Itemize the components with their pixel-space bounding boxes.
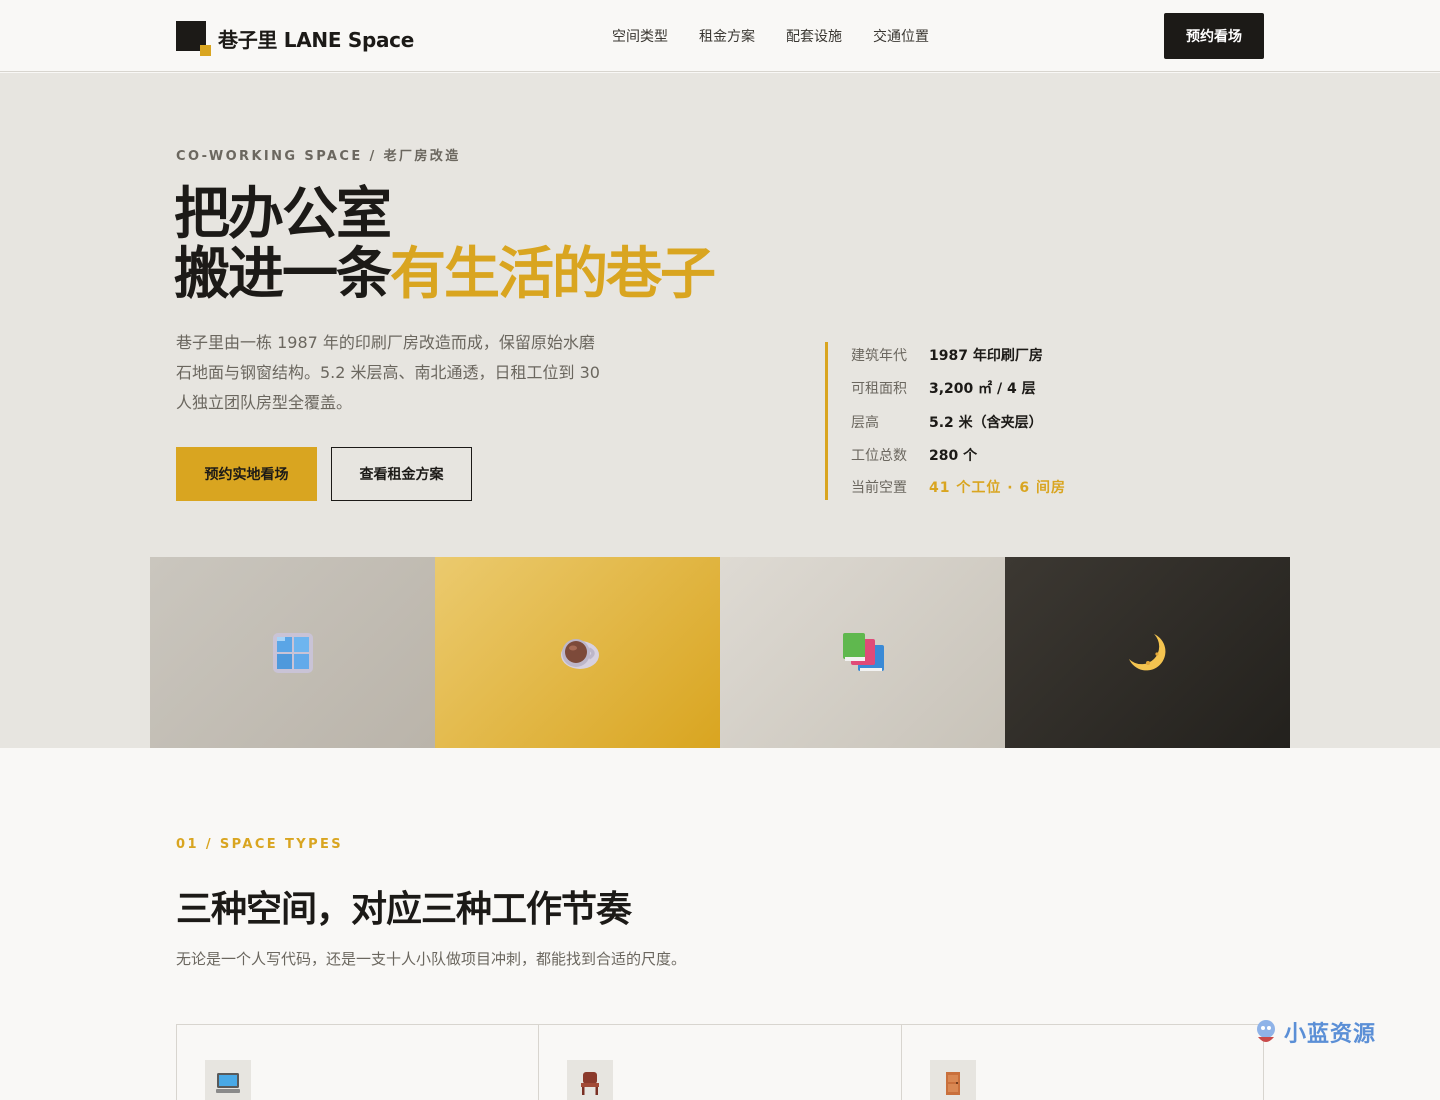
fact-label: 当前空置 — [851, 480, 907, 496]
nav-item-space-types[interactable]: 空间类型 — [612, 26, 668, 46]
section-description: 无论是一个人写代码，还是一支十人小队做项目冲刺，都能找到合适的尺度。 — [176, 950, 687, 968]
tile-coffee — [435, 557, 720, 748]
moon-icon — [1128, 633, 1165, 670]
logo-mark-icon — [176, 21, 211, 56]
space-card-hotdesk[interactable] — [177, 1025, 540, 1100]
space-card-private-office[interactable] — [902, 1025, 1263, 1100]
hero-title-line2: 搬进一条有生活的巷子 — [174, 242, 716, 307]
watermark-text: 小蓝资源 — [1284, 1022, 1377, 1047]
books-icon — [842, 632, 884, 671]
fact-row: 工位总数 280 个 — [851, 445, 977, 465]
hero-title-plain: 搬进一条 — [174, 242, 392, 307]
chair-icon — [581, 1072, 600, 1095]
coffee-icon — [560, 638, 599, 669]
ambience-tiles — [150, 557, 1290, 748]
window-icon — [272, 632, 313, 673]
hero-title: 把办公室 搬进一条有生活的巷子 — [174, 182, 716, 307]
nav-item-location[interactable]: 交通位置 — [873, 26, 929, 46]
hero-eyebrow: CO-WORKING SPACE / 老厂房改造 — [176, 149, 461, 164]
watermark: 小蓝资源 — [1252, 1016, 1376, 1048]
fact-value: 1987 年印刷厂房 — [929, 348, 1043, 364]
nav-item-pricing[interactable]: 租金方案 — [699, 26, 755, 46]
door-icon — [945, 1072, 960, 1095]
logo[interactable]: 巷子里 LANE Space — [176, 21, 414, 56]
tile-books — [720, 557, 1005, 748]
space-type-cards — [176, 1024, 1264, 1100]
fact-row: 当前空置 41 个工位 · 6 间房 — [851, 477, 1066, 497]
fact-value: 5.2 米（含夹层） — [929, 415, 1043, 431]
building-facts: 建筑年代 1987 年印刷厂房 可租面积 3,200 ㎡ / 4 层 层高 5.… — [825, 342, 1125, 500]
hero-section: CO-WORKING SPACE / 老厂房改造 把办公室 搬进一条有生活的巷子… — [0, 73, 1440, 748]
hero-title-line1: 把办公室 — [174, 182, 392, 247]
card-icon-box — [567, 1060, 614, 1100]
fact-label: 可租面积 — [851, 381, 907, 397]
book-visit-button[interactable]: 预约看场 — [1164, 13, 1264, 59]
mascot-icon — [1257, 1020, 1275, 1042]
space-card-fixed-desk[interactable] — [539, 1025, 902, 1100]
fact-label: 工位总数 — [851, 448, 907, 464]
section-title: 三种空间，对应三种工作节奏 — [176, 889, 632, 930]
card-icon-box — [929, 1060, 976, 1100]
hero-title-accent: 有生活的巷子 — [390, 242, 716, 307]
fact-value: 3,200 ㎡ / 4 层 — [929, 381, 1036, 397]
computer-icon — [216, 1073, 240, 1093]
fact-value: 280 个 — [929, 448, 978, 464]
site-header: 巷子里 LANE Space 空间类型 租金方案 配套设施 交通位置 预约看场 — [0, 0, 1440, 72]
vacancy-value: 41 个工位 · 6 间房 — [929, 480, 1067, 496]
nav-item-facilities[interactable]: 配套设施 — [786, 26, 842, 46]
main-nav: 空间类型 租金方案 配套设施 交通位置 — [612, 26, 929, 46]
section-eyebrow: 01 / SPACE TYPES — [176, 837, 344, 852]
fact-label: 建筑年代 — [851, 348, 907, 364]
fact-row: 可租面积 3,200 ㎡ / 4 层 — [851, 378, 1036, 398]
card-icon-box — [205, 1060, 251, 1100]
hero-description: 巷子里由一栋 1987 年的印刷厂房改造而成，保留原始水磨石地面与钢窗结构。5.… — [176, 333, 600, 412]
logo-text: 巷子里 LANE Space — [218, 27, 414, 52]
fact-row: 建筑年代 1987 年印刷厂房 — [851, 345, 1043, 365]
view-pricing-button[interactable]: 查看租金方案 — [331, 447, 472, 501]
book-site-visit-button[interactable]: 预约实地看场 — [176, 447, 317, 501]
fact-row: 层高 5.2 米（含夹层） — [851, 412, 1043, 432]
tile-moon — [1005, 557, 1290, 748]
fact-label: 层高 — [851, 415, 879, 431]
tile-window — [150, 557, 435, 748]
